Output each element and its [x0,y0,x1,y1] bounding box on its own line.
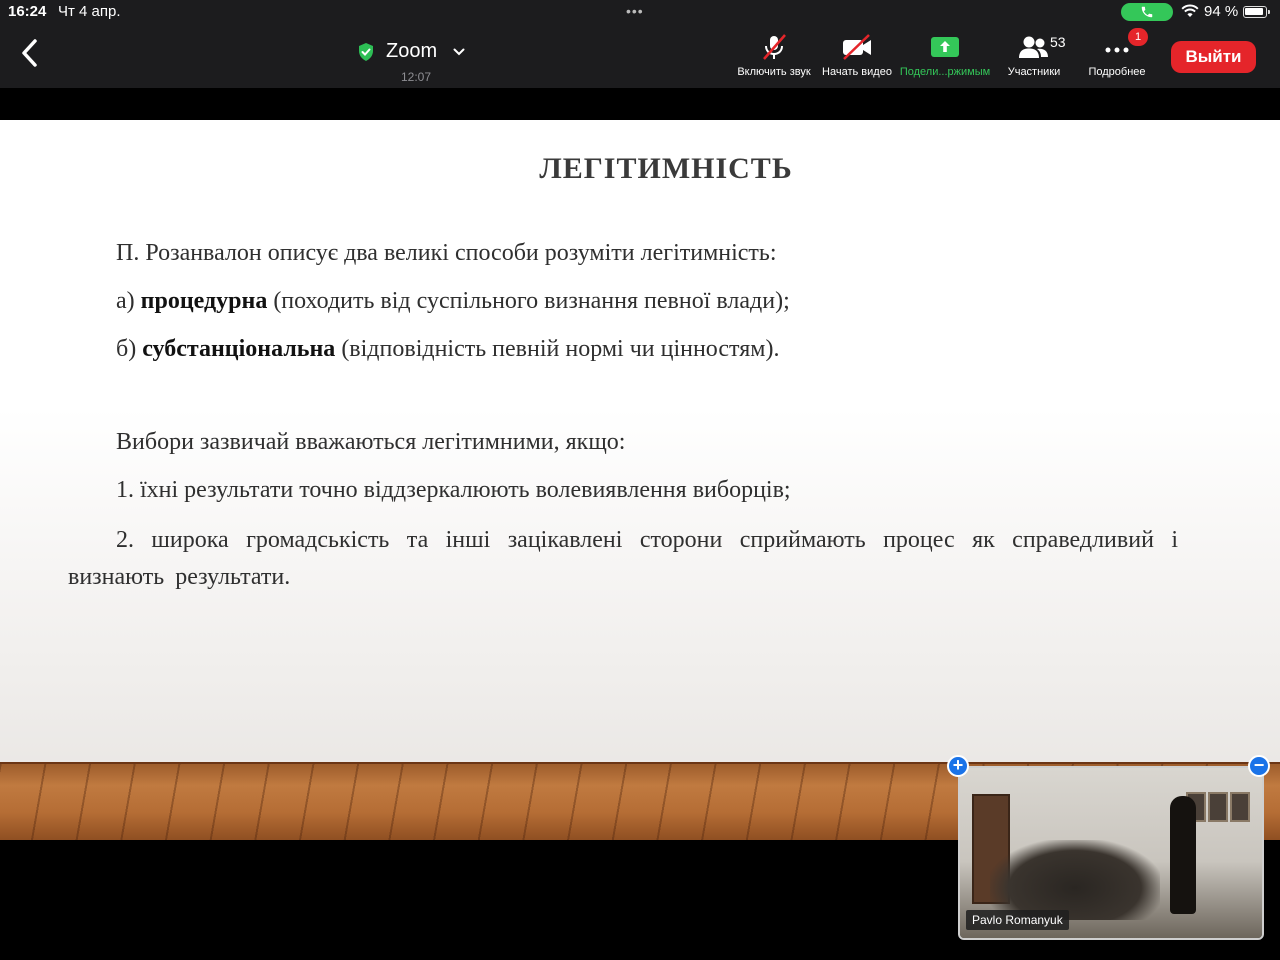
participants-icon [1019,36,1048,58]
share-screen-icon [931,37,959,57]
shared-slide: ЛЕГІТИМНІСТЬ П. Розанвалон описує два ве… [0,120,1280,840]
item-a-term: процедурна [140,288,268,314]
video-off-icon [843,34,871,60]
video-room-frame [1230,792,1250,822]
item-b-term: субстанціональна [142,336,336,362]
point-2-text: 2. широка громадськість та інші зацікавл… [68,527,1178,590]
battery-icon [1243,6,1270,18]
back-chevron-icon[interactable] [18,38,42,68]
meeting-timer: 12:07 [400,70,432,84]
phone-icon [1141,6,1153,18]
expand-video-button[interactable]: + [947,755,969,777]
slide-intro: П. Розанвалон описує два великі способи … [116,240,777,266]
slide-item-a: а) процедурна (походить від суспільного … [116,288,790,315]
meeting-title: Zoom [386,40,438,62]
video-speaker [1170,796,1196,914]
battery-percent: 94 % [1204,3,1239,20]
leave-meeting-button[interactable]: Выйти [1171,41,1256,73]
item-b-prefix: б) [116,336,143,362]
meeting-info-button[interactable]: Zoom [356,40,465,63]
wifi-icon [1181,4,1199,17]
notification-badge: 1 [1128,28,1148,46]
floor-edge [0,762,1280,764]
share-screen-label: Подели...ржимым [899,66,991,78]
meeting-toolbar: Zoom 12:07 Включить звук Начать видео По… [0,24,1280,88]
unmute-label: Включить звук [737,66,811,78]
participant-video-tile[interactable]: Pavlo Romanyuk [958,766,1264,940]
share-screen-button[interactable]: Подели...ржимым [899,32,991,78]
start-video-label: Начать видео [822,66,892,78]
participant-name: Pavlo Romanyuk [966,910,1069,930]
participants-label: Участники [1007,66,1061,78]
slide-title: ЛЕГІТИМНІСТЬ [539,152,793,185]
more-label: Подробнее [1088,66,1146,78]
minimize-video-button[interactable]: − [1248,755,1270,777]
status-bar: 16:24 Чт 4 апр. ••• 94 % [0,0,1280,24]
multitasking-dots[interactable]: ••• [626,3,644,19]
item-b-text: (відповідність певній нормі чи цінностям… [335,336,780,362]
slide-point-1: 1. їхні результати точно віддзеркалюють … [116,477,791,503]
start-video-button[interactable]: Начать видео [815,32,899,78]
unmute-button[interactable]: Включить звук [733,32,815,78]
item-a-text: (походить від суспільного визнання певно… [267,288,790,314]
participants-count: 53 [1050,34,1066,50]
status-date: Чт 4 апр. [58,3,121,20]
chevron-down-icon [453,48,465,55]
video-room-frame [1208,792,1228,822]
status-time: 16:24 [8,3,47,20]
active-call-pill[interactable] [1121,3,1173,21]
microphone-muted-icon [763,34,786,60]
shield-check-icon [359,42,373,61]
slide-point-2: 2. широка громадськість та інші зацікавл… [68,522,1178,596]
video-audience [990,840,1160,920]
slide-item-b: б) субстанціональна (відповідність певні… [116,336,779,363]
slide-elections-intro: Вибори зазвичай вважаються легітимними, … [116,429,626,455]
item-a-prefix: а) [116,288,141,314]
